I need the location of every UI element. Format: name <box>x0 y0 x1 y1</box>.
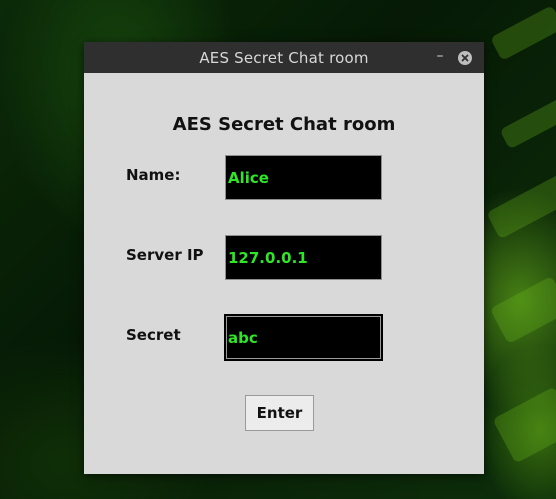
wallpaper-shape <box>499 92 556 150</box>
window-title: AES Secret Chat room <box>199 49 369 67</box>
secret-label: Secret <box>126 326 181 344</box>
chat-login-window: AES Secret Chat room – AES Secret Chat r… <box>84 42 484 474</box>
wallpaper-shape <box>489 5 556 61</box>
minimize-icon[interactable]: – <box>432 48 448 64</box>
wallpaper-shape <box>492 386 556 464</box>
server-ip-label: Server IP <box>126 246 204 264</box>
enter-button[interactable]: Enter <box>245 395 314 431</box>
page-title: AES Secret Chat room <box>172 114 396 135</box>
wallpaper-shape <box>489 275 556 345</box>
secret-field[interactable] <box>224 314 383 361</box>
name-field[interactable] <box>225 155 382 200</box>
window-titlebar[interactable]: AES Secret Chat room – <box>84 42 484 73</box>
close-icon[interactable] <box>458 51 472 65</box>
wallpaper-shape <box>486 170 556 240</box>
name-label: Name: <box>126 166 181 184</box>
server-ip-field[interactable] <box>225 235 382 280</box>
close-x-icon <box>461 54 469 62</box>
